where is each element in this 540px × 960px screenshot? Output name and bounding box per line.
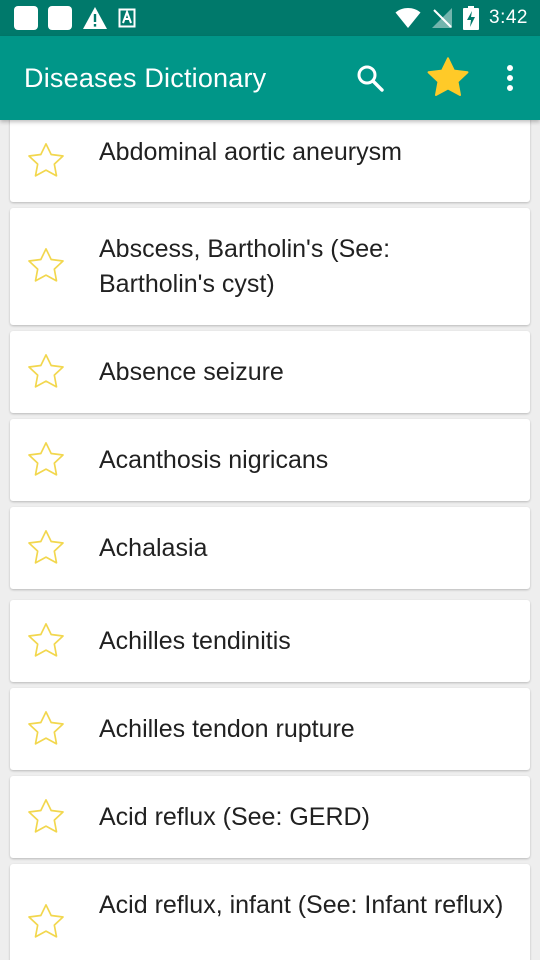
- status-bar: 3:42: [0, 0, 540, 36]
- list-item[interactable]: Achalasia: [10, 507, 530, 589]
- favorite-star-outline-icon[interactable]: [26, 440, 66, 480]
- battery-charging-icon: [463, 6, 480, 30]
- app-bar: Diseases Dictionary: [0, 36, 540, 120]
- search-button[interactable]: [340, 48, 400, 108]
- favorite-star-outline-icon[interactable]: [26, 141, 66, 181]
- status-system: 3:42: [395, 6, 528, 30]
- app-title: Diseases Dictionary: [24, 62, 267, 93]
- disease-name: Achalasia: [99, 534, 208, 562]
- warning-icon: [83, 7, 107, 29]
- list-item[interactable]: Acid reflux, infant (See: Infant reflux): [10, 864, 530, 960]
- disease-name: Acid reflux, infant (See: Infant reflux): [99, 891, 504, 919]
- overflow-menu-button[interactable]: [486, 48, 534, 108]
- list-item[interactable]: Achilles tendon rupture: [10, 688, 530, 770]
- notification-square-icon: [48, 6, 72, 30]
- wifi-icon: [395, 8, 421, 28]
- disease-list: Abdominal aortic aneurysm Abscess, Barth…: [0, 120, 540, 960]
- status-time: 3:42: [489, 7, 528, 28]
- favorites-star-icon: [427, 57, 469, 96]
- list-item[interactable]: Absence seizure: [10, 331, 530, 413]
- list-item[interactable]: Achilles tendinitis: [10, 600, 530, 682]
- favorite-star-outline-icon[interactable]: [26, 797, 66, 837]
- list-item[interactable]: Acanthosis nigricans: [10, 419, 530, 501]
- favorite-star-outline-icon[interactable]: [26, 528, 66, 568]
- notification-square-icon: [14, 6, 38, 30]
- favorite-star-outline-icon[interactable]: [26, 246, 66, 286]
- no-signal-icon: [432, 8, 453, 28]
- disease-name: Abdominal aortic aneurysm: [99, 138, 402, 166]
- app-bar-actions: [340, 48, 540, 108]
- overflow-menu-icon: [507, 65, 513, 91]
- status-notifications: [14, 6, 136, 30]
- favorite-star-outline-icon[interactable]: [26, 621, 66, 661]
- favorite-star-outline-icon[interactable]: [26, 902, 66, 942]
- disease-name: Achilles tendon rupture: [99, 715, 355, 743]
- disease-name: Acid reflux (See: GERD): [99, 803, 370, 831]
- list-item[interactable]: Acid reflux (See: GERD): [10, 776, 530, 858]
- favorite-star-outline-icon[interactable]: [26, 709, 66, 749]
- favorites-button[interactable]: [418, 48, 478, 108]
- disease-name: Abscess, Bartholin's (See: Bartholin's c…: [99, 235, 391, 298]
- list-item[interactable]: Abscess, Bartholin's (See: Bartholin's c…: [10, 208, 530, 325]
- app-notification-icon: [118, 8, 136, 28]
- favorite-star-outline-icon[interactable]: [26, 352, 66, 392]
- disease-name: Achilles tendinitis: [99, 627, 291, 655]
- disease-name: Absence seizure: [99, 358, 284, 386]
- disease-name: Acanthosis nigricans: [99, 446, 329, 474]
- search-icon: [357, 65, 384, 92]
- list-item[interactable]: Abdominal aortic aneurysm: [10, 120, 530, 202]
